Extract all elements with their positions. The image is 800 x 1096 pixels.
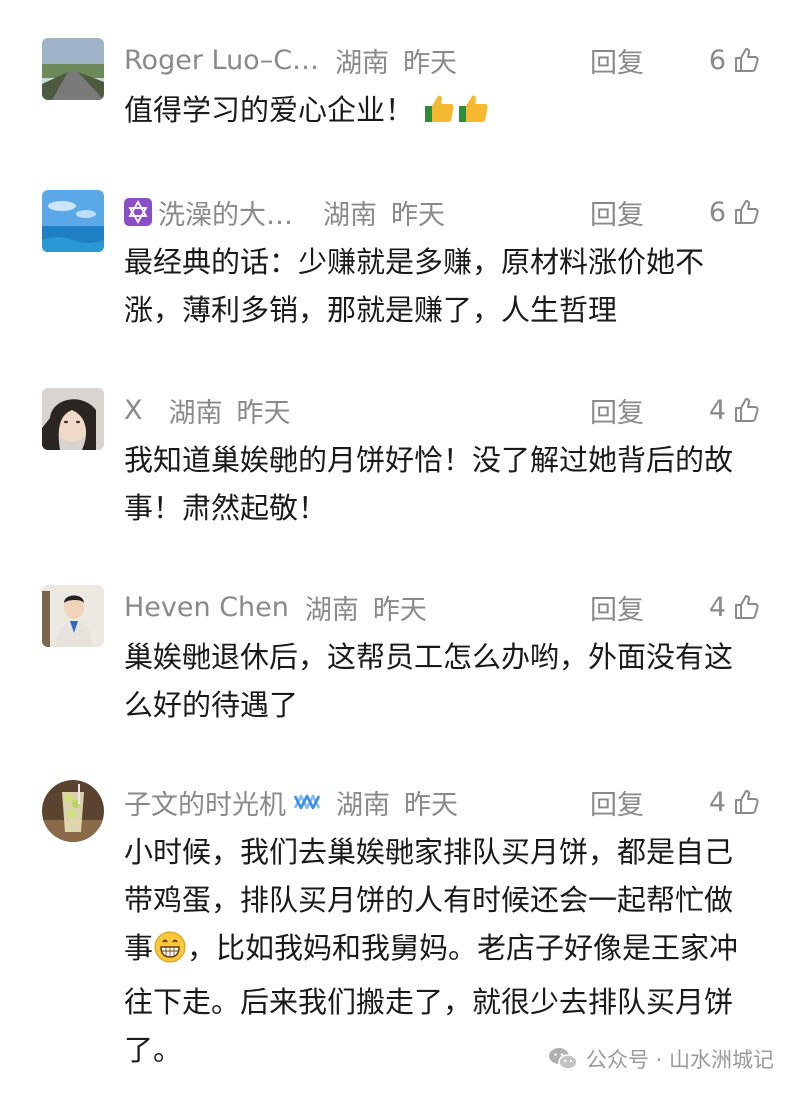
like-button[interactable]: 4: [709, 395, 760, 426]
drink-glass-avatar: [42, 780, 104, 842]
comment-header: Heven Chen 湖南 昨天 回复 4: [124, 587, 760, 627]
commenter-name[interactable]: 子文的时光机: [124, 783, 286, 822]
commenter-name[interactable]: X: [124, 395, 143, 426]
reply-button[interactable]: 回复: [590, 588, 644, 627]
infinity-icon: [292, 788, 321, 816]
location: 湖南: [335, 47, 390, 79]
comment-item: 子文的时光机 湖南 昨天 回复 4 小时候，我们去巢娭毑家排队买月饼，都是自己带…: [0, 780, 800, 1070]
thumbs-up-emoji-icon: [423, 92, 489, 140]
comment-text: 巢娭毑退休后，这帮员工怎么办哟，外面没有这么好的待遇了: [124, 640, 734, 722]
comment-header: 洗澡的大… 湖南 昨天 回复 6: [124, 192, 760, 232]
reply-button[interactable]: 回复: [590, 41, 644, 80]
comment-item: X 湖南 昨天 回复 4 我知道巢娭毑的月饼好恰！没了解过她背后的故事！肃然起敬…: [0, 388, 800, 538]
like-count: 4: [708, 786, 726, 818]
comment-item: Roger Luo–C… 湖南 昨天 回复 6 值得学习的爱心企业！: [0, 38, 800, 148]
grinning-face-emoji-icon: [153, 930, 187, 978]
thumbs-up-icon: [735, 398, 759, 422]
portrait-avatar: [42, 585, 104, 647]
avatar[interactable]: [42, 190, 104, 252]
thumbs-up-icon: [735, 790, 759, 814]
reply-button[interactable]: 回复: [590, 193, 644, 232]
like-button[interactable]: 6: [709, 197, 760, 228]
reply-button[interactable]: 回复: [590, 391, 644, 430]
avatar[interactable]: [42, 38, 104, 100]
commenter-name[interactable]: 洗澡的大…: [158, 193, 293, 232]
comment-text-content: 值得学习的爱心企业！: [124, 93, 415, 127]
comment-item: Heven Chen 湖南 昨天 回复 4 巢娭毑退休后，这帮员工怎么办哟，外面…: [0, 585, 800, 735]
timestamp: 昨天: [391, 199, 445, 231]
comment-item: 洗澡的大… 湖南 昨天 回复 6 最经典的话：少赚就是多赚，原材料涨价她不涨，薄…: [0, 190, 800, 340]
comment-header: 子文的时光机 湖南 昨天 回复 4: [124, 782, 760, 822]
comment-header: Roger Luo–C… 湖南 昨天 回复 6: [124, 40, 760, 80]
like-button[interactable]: 4: [709, 787, 760, 818]
watermark: 公众号 · 山水洲城记: [548, 1044, 774, 1074]
avatar[interactable]: [42, 388, 104, 450]
reply-button[interactable]: 回复: [590, 783, 644, 822]
person-photo-avatar: [42, 388, 104, 450]
avatar[interactable]: [42, 780, 104, 842]
like-button[interactable]: 4: [709, 592, 760, 623]
timestamp: 昨天: [403, 47, 458, 79]
sea-sky-avatar: [42, 190, 104, 252]
commenter-name[interactable]: Heven Chen: [124, 592, 289, 623]
timestamp: 昨天: [372, 594, 427, 626]
like-button[interactable]: 6: [709, 45, 760, 76]
watermark-label: 公众号 · 山水洲城记: [585, 1048, 774, 1072]
like-count: 4: [708, 394, 726, 426]
commenter-name[interactable]: Roger Luo–C…: [124, 45, 319, 76]
location: 湖南: [304, 594, 359, 626]
timestamp: 昨天: [236, 397, 291, 429]
comment-text: 小时候，我们去巢娭毑家排队买月饼，都是自己带鸡蛋，排队买月饼的人有时候还会一起帮…: [124, 828, 754, 1074]
like-count: 4: [708, 591, 726, 623]
thumbs-up-icon: [735, 48, 759, 72]
comment-text: 值得学习的爱心企业！: [124, 86, 754, 140]
avatar[interactable]: [42, 585, 104, 647]
thumbs-up-icon: [735, 200, 759, 224]
comment-text: 我知道巢娭毑的月饼好恰！没了解过她背后的故事！肃然起敬！: [124, 443, 734, 525]
road-landscape-avatar: [42, 38, 104, 100]
comment-header: X 湖南 昨天 回复 4: [124, 390, 760, 430]
like-count: 6: [708, 44, 726, 76]
location: 湖南: [168, 397, 223, 429]
thumbs-up-icon: [735, 595, 759, 619]
like-count: 6: [708, 196, 726, 228]
wechat-icon: [548, 1048, 578, 1070]
star-of-david-icon: [124, 198, 152, 226]
comment-text: 最经典的话：少赚就是多赚，原材料涨价她不涨，薄利多销，那就是赚了，人生哲理: [124, 245, 705, 327]
timestamp: 昨天: [404, 789, 458, 821]
location: 湖南: [323, 199, 377, 231]
location: 湖南: [336, 789, 390, 821]
